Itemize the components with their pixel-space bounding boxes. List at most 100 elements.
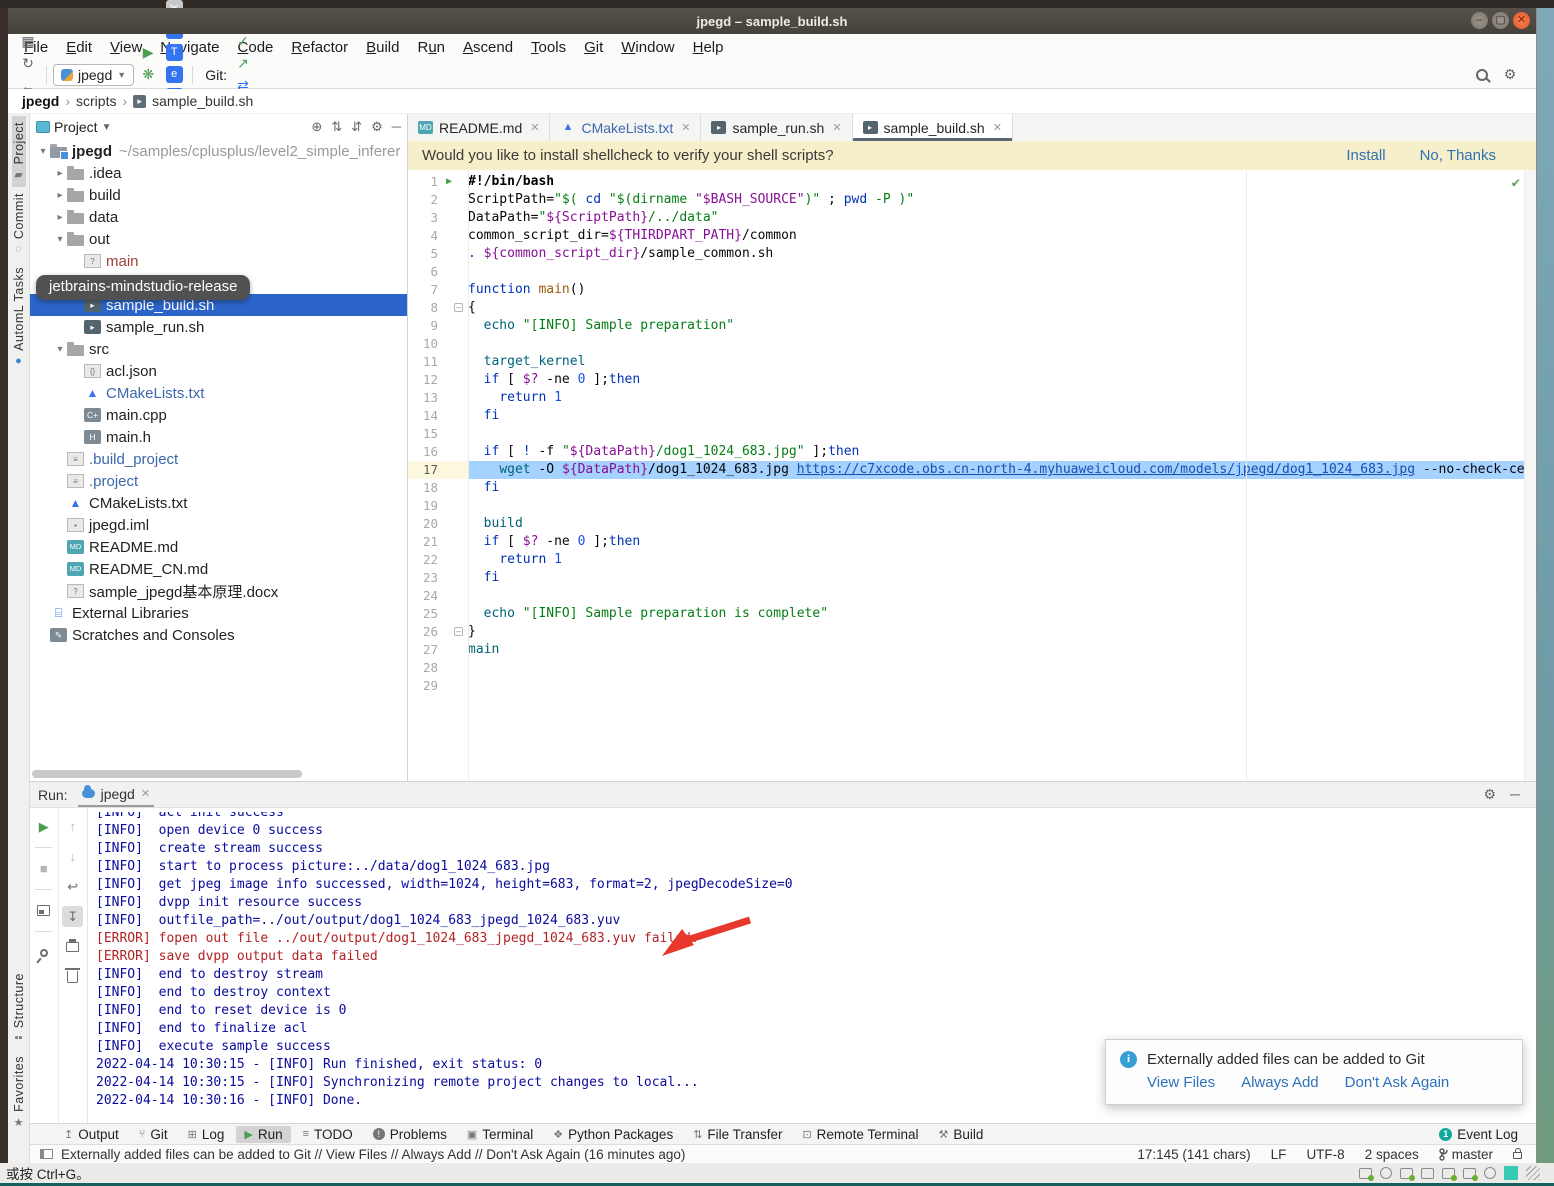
code-line-27[interactable]: 27main [408,641,1524,659]
chevron-down-icon[interactable]: ▼ [102,122,112,133]
git-branch[interactable]: master [1439,1147,1493,1162]
tree-item-cmakelists-txt[interactable]: ▲CMakeLists.txt [30,492,407,514]
print-icon[interactable] [62,936,83,957]
toolwindow-tab-problems[interactable]: !Problems [365,1126,455,1143]
code-line-6[interactable]: 6 [408,263,1524,281]
horizontal-scrollbar[interactable] [32,770,302,778]
menu-git[interactable]: Git [576,36,611,59]
toolwindow-tab-run[interactable]: ▶Run [236,1126,290,1143]
menu-window[interactable]: Window [613,36,682,59]
stripe-item-automl-tasks[interactable]: AutomL Tasks● [12,261,26,373]
toolwindow-tab-terminal[interactable]: ▣Terminal [459,1126,541,1143]
fold-icon[interactable]: ‒ [454,303,463,312]
code-line-10[interactable]: 10 [408,335,1524,353]
code-line-12[interactable]: 12 if [ $? -ne 0 ];then [408,371,1524,389]
scroll-end-icon[interactable]: ↧ [62,906,83,927]
tree-item-acl-json[interactable]: {}acl.json [30,360,407,382]
tree-chevron-icon[interactable]: ▾ [36,146,50,157]
menu-ascend[interactable]: Ascend [455,36,521,59]
tree-chevron-icon[interactable]: ▾ [53,344,67,355]
tree-item-src[interactable]: ▾src [30,338,407,360]
gear-icon[interactable]: ⚙ [1484,786,1497,803]
editor-scrollbar[interactable] [1524,170,1536,781]
settings-icon[interactable]: ⚙ [1498,64,1522,86]
code-line-1[interactable]: 1▶#!/bin/bash [408,173,1524,191]
tree-item--project[interactable]: ≡.project [30,470,407,492]
expand-all-icon[interactable]: ⇅ [331,119,342,135]
hide-icon[interactable]: ─ [1510,786,1520,803]
soft-wrap-icon[interactable]: ↩ [62,876,83,897]
close-icon[interactable]: ✕ [681,121,690,134]
tree-item-readme-cn-md[interactable]: MDREADME_CN.md [30,558,407,580]
toolwindow-tab-build[interactable]: ⚒Build [930,1126,991,1143]
stripe-item-favorites[interactable]: Favorites★ [12,1050,26,1135]
code-line-11[interactable]: 11 target_kernel [408,353,1524,371]
toolwindow-tab-output[interactable]: ↥Output [56,1126,127,1143]
tree-item-external-libraries[interactable]: ⌸External Libraries [30,602,407,624]
tree-item-build[interactable]: ▸build [30,184,407,206]
status-message[interactable]: Externally added files can be added to G… [61,1147,685,1162]
indent-setting[interactable]: 2 spaces [1365,1147,1419,1162]
run-tab-jpegd[interactable]: jpegd ✕ [78,782,154,807]
code-line-4[interactable]: 4common_script_dir=${THIRDPART_PATH}/com… [408,227,1524,245]
fold-icon[interactable]: ‒ [454,627,463,636]
lock-icon[interactable] [1513,1152,1522,1159]
code-line-9[interactable]: 9 echo "[INFO] Sample preparation" [408,317,1524,335]
code-line-18[interactable]: 18 fi [408,479,1524,497]
tree-chevron-icon[interactable]: ▸ [53,168,67,179]
profiler-t-icon[interactable]: T [162,42,186,64]
tree-item-out[interactable]: ▾out [30,228,407,250]
tree-item-jpegd[interactable]: ▾jpegd~/samples/cplusplus/level2_simple_… [30,140,407,162]
event-log-button[interactable]: 1Event Log [1439,1127,1536,1142]
tree-item--idea[interactable]: ▸.idea [30,162,407,184]
rerun-icon[interactable]: ▶ [33,816,54,837]
inspections-ok-icon[interactable]: ✔ [1512,175,1520,191]
printer-tray-icon[interactable] [1421,1168,1434,1179]
locate-icon[interactable]: ⊕ [311,119,322,135]
title-bar[interactable]: jpegd – sample_build.sh – ▢ ✕ [8,8,1536,34]
user-tray-icon[interactable] [1463,1168,1476,1179]
toolwindow-toggle-icon[interactable] [40,1149,53,1159]
code-line-15[interactable]: 15 [408,425,1524,443]
code-line-23[interactable]: 23 fi [408,569,1524,587]
notification-popup[interactable]: i Externally added files can be added to… [1105,1039,1523,1105]
code-line-5[interactable]: 5. ${common_script_dir}/sample_common.sh [408,245,1524,263]
code-line-7[interactable]: 7function main() [408,281,1524,299]
disc-tray-icon[interactable] [1484,1167,1496,1179]
tree-chevron-icon[interactable]: ▸ [53,212,67,223]
resize-grip[interactable] [1526,1166,1540,1180]
notification-link-don-t-ask-again[interactable]: Don't Ask Again [1345,1074,1450,1091]
stripe-item-project[interactable]: Project▰ [12,116,26,187]
project-panel-header[interactable]: Project ▼ ⊕ ⇅ ⇵ ⚙ ─ [30,114,407,140]
sticky-note-icon[interactable] [1504,1166,1518,1180]
sound-tray-icon[interactable] [1442,1168,1455,1179]
hide-icon[interactable]: ─ [392,119,401,135]
tree-item-main-cpp[interactable]: C+main.cpp [30,404,407,426]
notification-link-view-files[interactable]: View Files [1147,1074,1215,1091]
menu-tools[interactable]: Tools [523,36,574,59]
menu-help[interactable]: Help [685,36,732,59]
breadcrumb-item[interactable]: sample_build.sh [152,93,253,109]
layout-icon[interactable] [33,900,54,921]
toolwindow-tab-python-packages[interactable]: ❖Python Packages [545,1126,681,1143]
up-stack-icon[interactable]: ↑ [62,816,83,837]
tree-chevron-icon[interactable]: ▾ [53,234,67,245]
tree-item-scratches-and-consoles[interactable]: ✎Scratches and Consoles [30,624,407,646]
minimize-button[interactable]: – [1471,12,1488,29]
stripe-item-structure[interactable]: Structure▪▪ [12,967,26,1050]
run-line-icon[interactable]: ▶ [446,176,452,188]
tree-item-sample-jpegd-docx[interactable]: ?sample_jpegd基本原理.docx [30,580,407,602]
tree-item-main-h[interactable]: Hmain.h [30,426,407,448]
tab-cmakelists-txt[interactable]: ▲CMakeLists.txt✕ [550,114,701,141]
code-editor[interactable]: 1▶#!/bin/bash2ScriptPath="$( cd "$(dirna… [408,170,1536,781]
clear-icon[interactable] [62,966,83,987]
tree-item-jpegd-iml[interactable]: ▪jpegd.iml [30,514,407,536]
code-line-21[interactable]: 21 if [ $? -ne 0 ];then [408,533,1524,551]
tree-item-sample-run-sh[interactable]: ▸sample_run.sh [30,316,407,338]
stop-icon[interactable]: ■ [33,858,54,879]
code-line-8[interactable]: 8‒{ [408,299,1524,317]
profiler-e-icon[interactable]: e [162,64,186,86]
code-line-22[interactable]: 22 return 1 [408,551,1524,569]
code-line-3[interactable]: 3DataPath="${ScriptPath}/../data" [408,209,1524,227]
tree-item-cmakelists-txt[interactable]: ▲CMakeLists.txt [30,382,407,404]
